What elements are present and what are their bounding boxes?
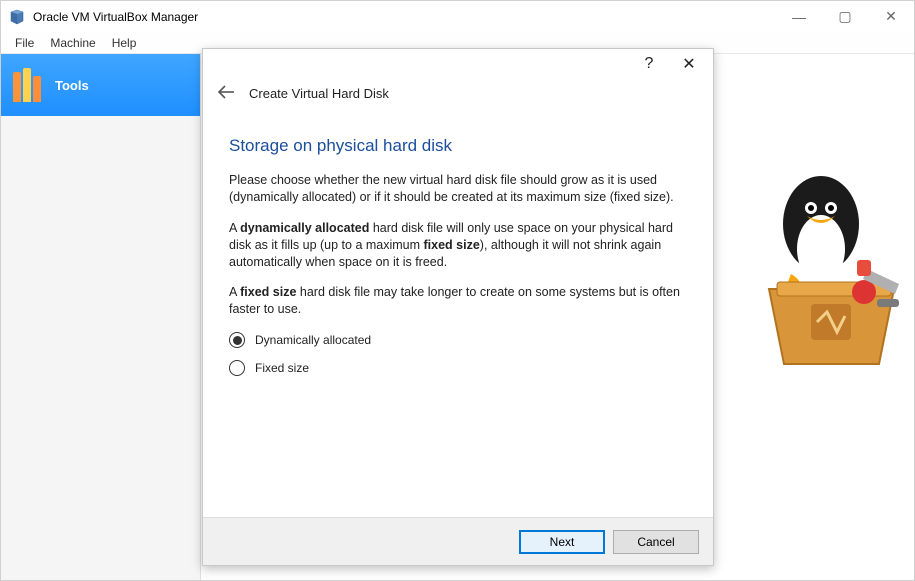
sidebar-item-tools[interactable]: Tools: [1, 54, 200, 116]
tools-label: Tools: [55, 78, 89, 93]
menu-machine[interactable]: Machine: [42, 34, 103, 52]
dialog-heading: Storage on physical hard disk: [229, 136, 687, 156]
minimize-button[interactable]: —: [776, 1, 822, 32]
dialog-close-button[interactable]: ✕: [669, 50, 709, 78]
cancel-button[interactable]: Cancel: [613, 530, 699, 554]
radio-dynamic-label: Dynamically allocated: [255, 333, 371, 347]
tools-icon: [13, 68, 41, 102]
maximize-button[interactable]: ▢: [822, 1, 868, 32]
menu-help[interactable]: Help: [104, 34, 145, 52]
create-disk-dialog: ? ✕ Create Virtual Hard Disk Storage on …: [202, 48, 714, 566]
radio-dynamic[interactable]: Dynamically allocated: [229, 332, 687, 348]
radio-fixed[interactable]: Fixed size: [229, 360, 687, 376]
dialog-help-button[interactable]: ?: [629, 50, 669, 78]
radio-fixed-label: Fixed size: [255, 361, 309, 375]
dialog-text-p3: A fixed size hard disk file may take lon…: [229, 284, 687, 318]
dialog-titlebar: ? ✕: [203, 49, 713, 79]
app-title: Oracle VM VirtualBox Manager: [33, 10, 776, 24]
titlebar: Oracle VM VirtualBox Manager — ▢ ✕: [1, 1, 914, 32]
dialog-text-p2: A dynamically allocated hard disk file w…: [229, 220, 687, 271]
virtualbox-icon: [9, 9, 25, 25]
dialog-text-p1: Please choose whether the new virtual ha…: [229, 172, 687, 206]
welcome-illustration: [749, 154, 904, 374]
dialog-title: Create Virtual Hard Disk: [249, 86, 389, 101]
radio-circle-icon: [229, 332, 245, 348]
next-button[interactable]: Next: [519, 530, 605, 554]
sidebar: Tools: [1, 54, 201, 580]
menu-file[interactable]: File: [7, 34, 42, 52]
window-close-button[interactable]: ✕: [868, 1, 914, 32]
back-arrow-icon[interactable]: [215, 83, 237, 104]
radio-circle-icon: [229, 360, 245, 376]
